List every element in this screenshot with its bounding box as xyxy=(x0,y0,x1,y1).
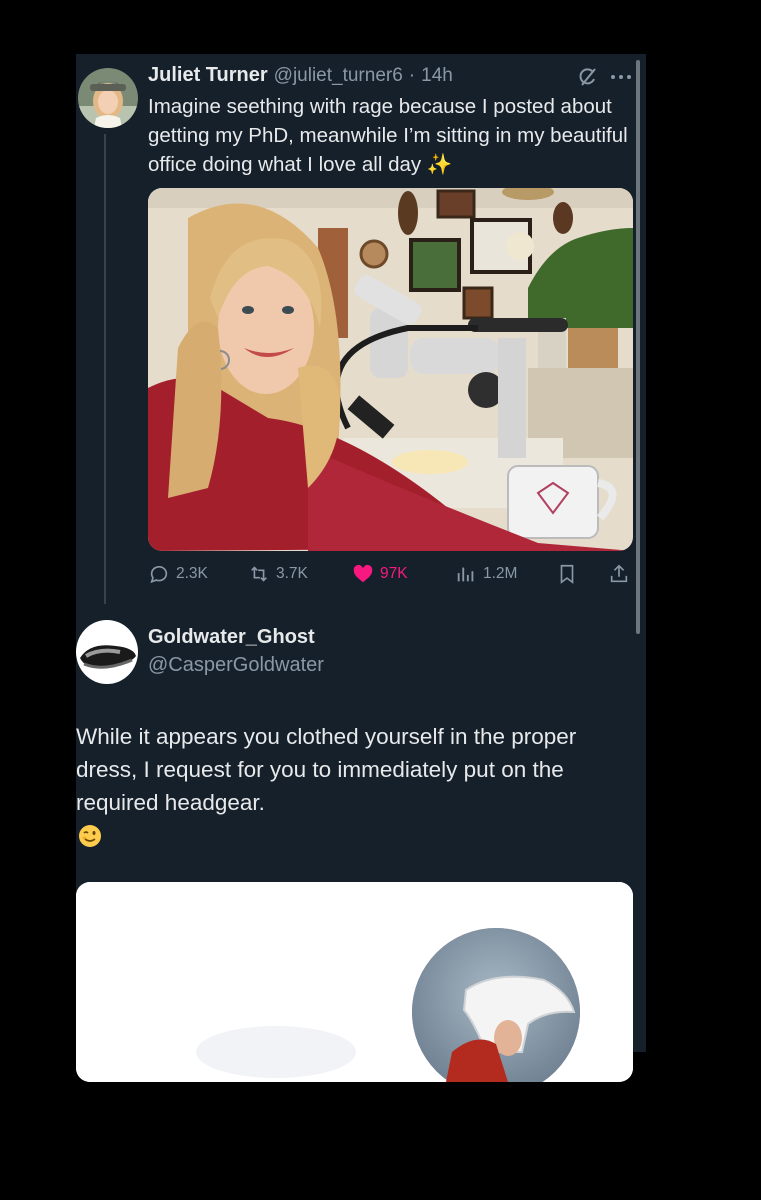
more-icon[interactable] xyxy=(608,66,634,88)
reply-text: While it appears you clothed yourself in… xyxy=(76,724,577,815)
views-icon xyxy=(457,567,474,582)
reply-icon xyxy=(150,565,168,584)
reply-author-handle[interactable]: @CasperGoldwater xyxy=(148,654,324,677)
tweet-photo[interactable] xyxy=(148,188,633,551)
like-count: 97K xyxy=(380,565,408,582)
repost-icon xyxy=(251,566,267,582)
reply-action[interactable]: 2.3K xyxy=(148,562,208,586)
author-handle[interactable]: @juliet_turner6 xyxy=(274,65,403,87)
grok-icon[interactable] xyxy=(576,66,598,88)
reply-count: 2.3K xyxy=(176,565,208,582)
repost-count: 3.7K xyxy=(276,565,308,582)
author-avatar[interactable] xyxy=(78,68,138,128)
repost-action[interactable]: 3.7K xyxy=(248,562,308,586)
thread-line xyxy=(104,134,106,604)
author-name[interactable]: Juliet Turner xyxy=(148,64,268,87)
share-action[interactable] xyxy=(608,562,630,586)
like-action[interactable]: 97K xyxy=(352,562,408,586)
reply-author-avatar[interactable] xyxy=(76,620,138,684)
scrollbar[interactable] xyxy=(636,60,640,634)
views-count: 1.2M xyxy=(483,565,518,582)
views-action[interactable]: 1.2M xyxy=(455,562,517,586)
winking-face-icon xyxy=(78,824,102,848)
reply-media-card[interactable] xyxy=(76,882,633,1082)
meta-separator: · xyxy=(408,65,416,86)
share-icon xyxy=(610,564,628,583)
tweet-timestamp[interactable]: 14h xyxy=(421,65,453,87)
bookmark-action[interactable] xyxy=(556,562,578,586)
tweet-header: Juliet Turner @juliet_turner6 · 14h xyxy=(148,64,453,90)
heart-icon xyxy=(353,564,373,583)
reply-author-name[interactable]: Goldwater_Ghost xyxy=(148,626,315,649)
bookmark-icon xyxy=(560,564,574,584)
tweet-text: Imagine seething with rage because I pos… xyxy=(148,95,628,176)
